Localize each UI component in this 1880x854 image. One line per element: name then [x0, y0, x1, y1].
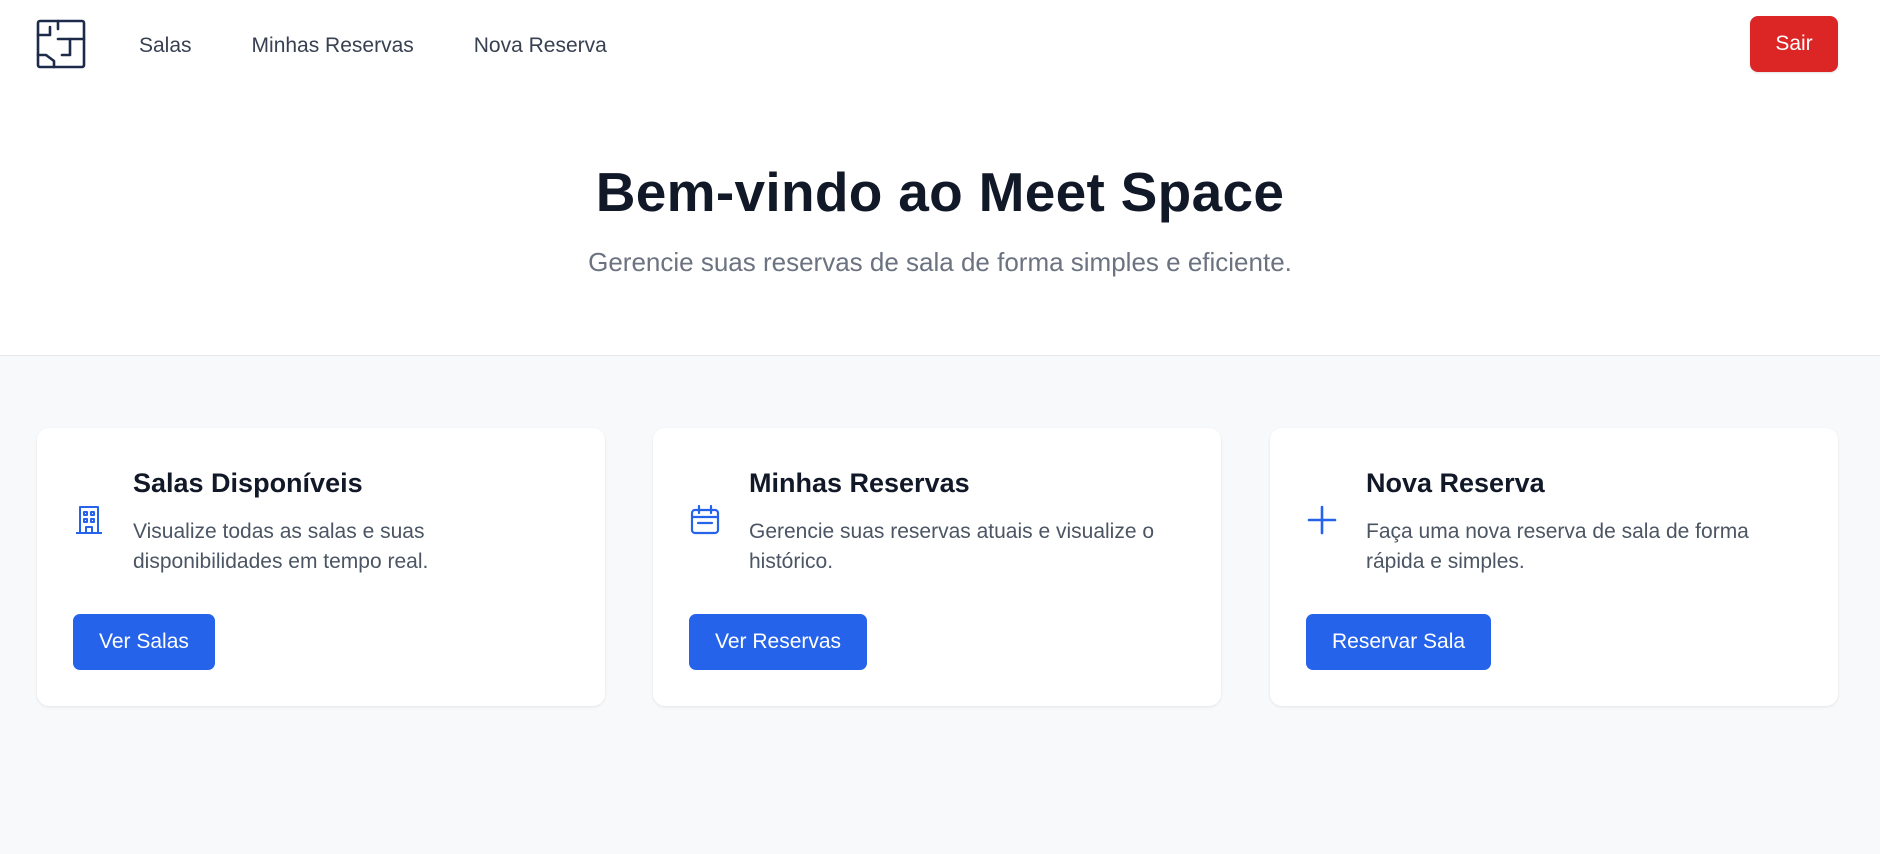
page-title: Bem-vindo ao Meet Space — [595, 161, 1285, 223]
plus-icon — [1306, 504, 1338, 536]
card-title: Nova Reserva — [1366, 468, 1545, 498]
calendar-icon — [689, 504, 721, 536]
hero-section: Bem-vindo ao Meet Space Gerencie suas re… — [0, 92, 1880, 356]
nav-link-nova-reserva[interactable]: Nova Reserva — [474, 30, 607, 62]
ver-reservas-button[interactable]: Ver Reservas — [689, 614, 868, 670]
nav-link-salas[interactable]: Salas — [139, 30, 192, 62]
card-salas-disponiveis: Salas Disponíveis Visualize todas as sal… — [37, 428, 605, 706]
building-icon — [73, 504, 105, 536]
reservar-sala-button[interactable]: Reservar Sala — [1306, 614, 1492, 670]
page-subtitle: Gerencie suas reservas de sala de forma … — [588, 247, 1292, 277]
ver-salas-button[interactable]: Ver Salas — [73, 614, 215, 670]
card-title: Salas Disponíveis — [133, 468, 363, 498]
card-description: Faça uma nova reserva de sala de forma r… — [1366, 520, 1749, 573]
floor-plan-logo-icon[interactable] — [36, 19, 86, 69]
card-description: Visualize todas as salas e suas disponib… — [133, 520, 429, 573]
main-nav: Salas Minhas Reservas Nova Reserva — [139, 30, 667, 62]
top-navbar: Salas Minhas Reservas Nova Reserva Sair — [0, 0, 1880, 92]
card-nova-reserva: Nova Reserva Faça uma nova reserva de sa… — [1270, 428, 1838, 706]
nav-link-minhas-reservas[interactable]: Minhas Reservas — [252, 30, 414, 62]
logout-button[interactable]: Sair — [1750, 16, 1838, 72]
card-description: Gerencie suas reservas atuais e visualiz… — [749, 520, 1155, 573]
card-minhas-reservas: Minhas Reservas Gerencie suas reservas a… — [653, 428, 1221, 706]
card-title: Minhas Reservas — [749, 468, 970, 498]
